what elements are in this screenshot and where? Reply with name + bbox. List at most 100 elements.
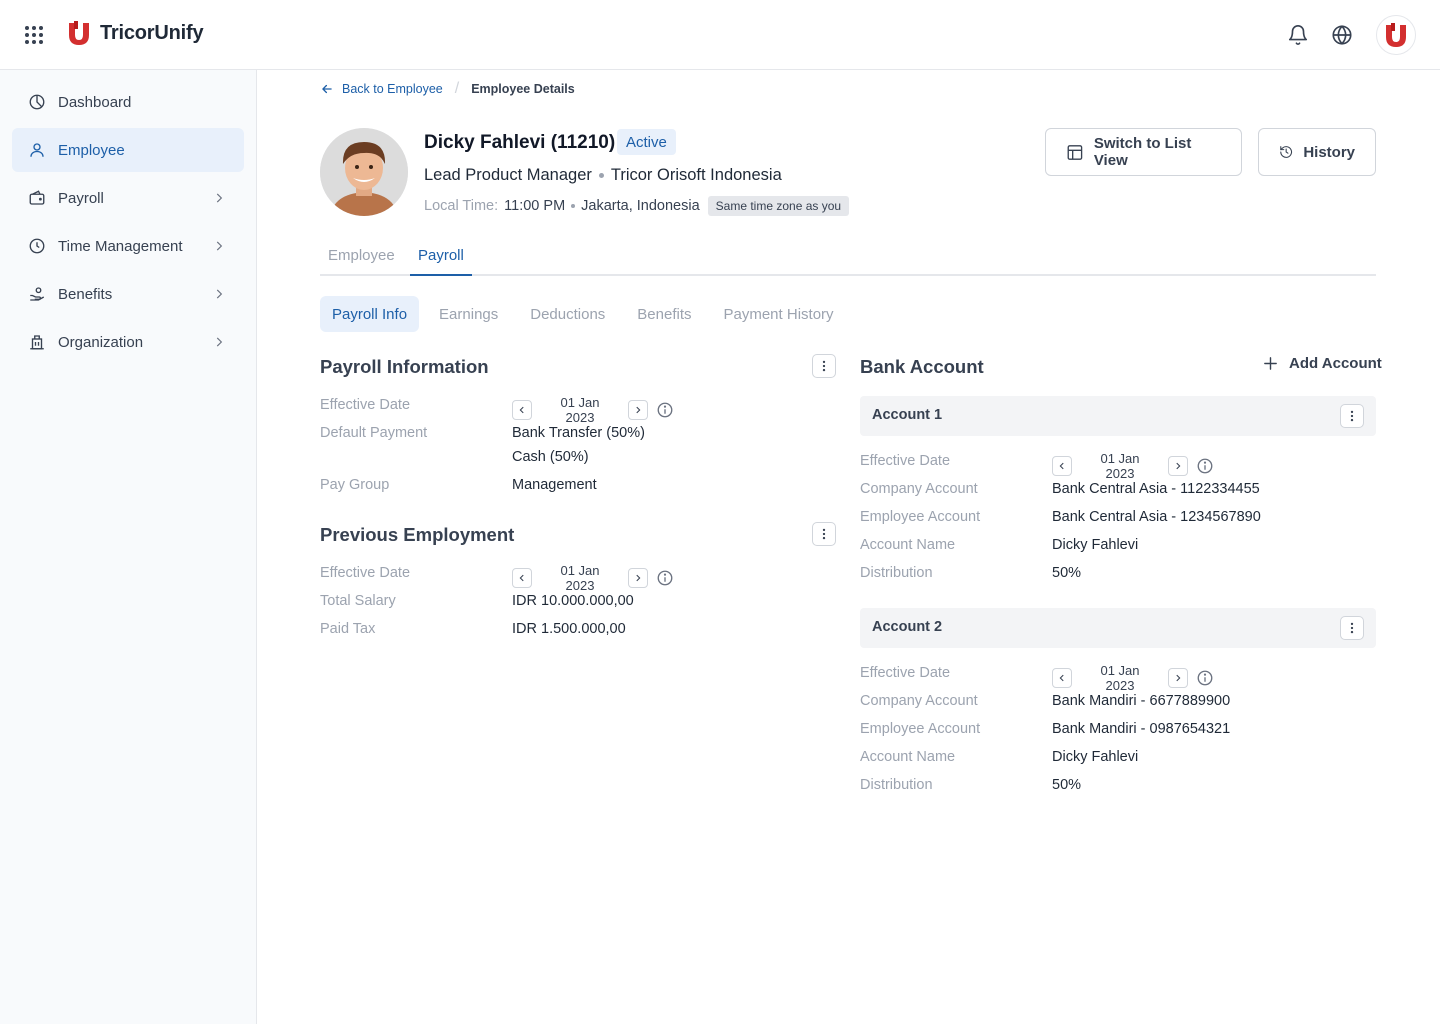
- benefits-icon: [28, 285, 46, 303]
- payroll-info-date-picker: 01 Jan 2023: [512, 395, 674, 425]
- effective-date-label: Effective Date: [860, 453, 951, 469]
- info-icon[interactable]: [656, 401, 674, 419]
- subtab-earnings[interactable]: Earnings: [427, 296, 510, 332]
- effective-date-value: 01 Jan 2023: [1100, 663, 1140, 693]
- history-button[interactable]: History: [1258, 128, 1376, 176]
- employee-role-line: Lead Product Manager Tricor Orisoft Indo…: [424, 166, 782, 185]
- sidebar-item-label: Payroll: [58, 189, 104, 207]
- breadcrumb: Back to Employee / Employee Details: [320, 80, 575, 98]
- account-2-more-button[interactable]: [1340, 616, 1364, 640]
- app-logo[interactable]: TricorUnify: [66, 20, 204, 46]
- info-icon[interactable]: [656, 569, 674, 587]
- breadcrumb-current: Employee Details: [471, 82, 575, 96]
- sidebar-item-payroll[interactable]: Payroll: [12, 176, 244, 220]
- chevron-right-icon: [216, 337, 223, 347]
- tab-payroll[interactable]: Payroll: [410, 247, 472, 276]
- tab-employee[interactable]: Employee: [328, 247, 395, 274]
- local-time-label: Local Time:: [424, 198, 499, 214]
- plus-icon: [1264, 357, 1277, 370]
- notification-bell-icon[interactable]: [1287, 24, 1309, 46]
- account-1-more-button[interactable]: [1340, 404, 1364, 428]
- switch-to-list-view-button[interactable]: Switch to List View: [1045, 128, 1242, 176]
- previous-date-button[interactable]: [512, 400, 532, 420]
- breadcrumb-separator: /: [454, 80, 460, 97]
- user-avatar[interactable]: [1376, 15, 1416, 55]
- account-name-label: Account Name: [860, 749, 956, 765]
- pay-group-value: Management: [512, 477, 597, 493]
- sidebar-item-label: Employee: [58, 141, 125, 159]
- table-icon: [1067, 144, 1083, 160]
- info-icon[interactable]: [1196, 457, 1214, 475]
- effective-date-value: 01 Jan 2023: [560, 395, 600, 425]
- distribution-label: Distribution: [860, 565, 933, 581]
- default-payment-label: Default Payment: [320, 425, 428, 441]
- sidebar-item-label: Organization: [58, 333, 144, 351]
- more-vertical-icon: [822, 360, 826, 372]
- payroll-info-more-button[interactable]: [812, 354, 836, 378]
- dashboard-icon: [28, 93, 46, 111]
- chevron-right-icon: [1176, 462, 1181, 470]
- next-date-button[interactable]: [628, 568, 648, 588]
- switch-view-label: Switch to List View: [1093, 135, 1192, 169]
- wallet-icon: [28, 189, 46, 207]
- next-date-button[interactable]: [1168, 456, 1188, 476]
- account-name-value: Dicky Fahlevi: [1052, 749, 1139, 765]
- chevron-left-icon: [1059, 674, 1064, 682]
- subtab-benefits[interactable]: Benefits: [625, 296, 703, 332]
- previous-date-button[interactable]: [512, 568, 532, 588]
- chevron-right-icon: [216, 241, 223, 251]
- subtab-payroll-info[interactable]: Payroll Info: [320, 296, 420, 332]
- bank-account-title: Bank Account: [860, 356, 984, 377]
- top-bar: TricorUnify: [0, 0, 1440, 70]
- effective-date-label: Effective Date: [320, 397, 411, 413]
- sidebar-item-time-management[interactable]: Time Management: [12, 224, 244, 268]
- employee-local-time: Local Time: 11:00 PM Jakarta, Indonesia …: [424, 196, 850, 216]
- previous-date-button[interactable]: [1052, 456, 1072, 476]
- app-launcher-icon[interactable]: [25, 26, 43, 44]
- more-vertical-icon: [1350, 410, 1354, 422]
- sidebar-item-employee[interactable]: Employee: [12, 128, 244, 172]
- effective-date-label: Effective Date: [860, 665, 951, 681]
- arrow-left-icon: [322, 84, 332, 94]
- back-to-employee-link[interactable]: Back to Employee: [320, 82, 443, 96]
- previous-employment-date-picker: 01 Jan 2023: [512, 563, 674, 593]
- employee-account-value: Bank Mandiri - 0987654321: [1052, 721, 1231, 737]
- distribution-value: 50%: [1052, 565, 1082, 581]
- subtab-deductions[interactable]: Deductions: [518, 296, 617, 332]
- back-link-label: Back to Employee: [342, 82, 443, 96]
- account-title: Account 1: [872, 407, 943, 423]
- sidebar-item-organization[interactable]: Organization: [12, 320, 244, 364]
- next-date-button[interactable]: [1168, 668, 1188, 688]
- employee-account-value: Bank Central Asia - 1234567890: [1052, 509, 1261, 525]
- subtab-payment-history[interactable]: Payment History: [712, 296, 846, 332]
- chevron-right-icon: [216, 193, 223, 203]
- local-time-value: 11:00 PM: [504, 198, 566, 214]
- chevron-left-icon: [519, 574, 524, 582]
- info-icon[interactable]: [1196, 669, 1214, 687]
- history-icon: [1280, 146, 1293, 158]
- total-salary-value: IDR 10.000.000,00: [512, 593, 634, 609]
- chevron-left-icon: [1059, 462, 1064, 470]
- main-tabs: Employee Payroll: [320, 240, 1376, 276]
- account-1-date-picker: 01 Jan 2023: [1052, 451, 1214, 481]
- chevron-right-icon: [1176, 674, 1181, 682]
- next-date-button[interactable]: [628, 400, 648, 420]
- previous-employment-more-button[interactable]: [812, 522, 836, 546]
- add-account-label: Add Account: [1289, 355, 1382, 372]
- account-title: Account 2: [872, 619, 943, 635]
- language-globe-icon[interactable]: [1331, 24, 1353, 46]
- company-account-value: Bank Central Asia - 1122334455: [1052, 481, 1260, 497]
- sidebar-item-dashboard[interactable]: Dashboard: [12, 80, 244, 124]
- sidebar-item-benefits[interactable]: Benefits: [12, 272, 244, 316]
- employee-company: Tricor Orisoft Indonesia: [610, 166, 782, 184]
- app-name: TricorUnify: [100, 21, 204, 44]
- employee-role: Lead Product Manager: [424, 166, 592, 184]
- previous-date-button[interactable]: [1052, 668, 1072, 688]
- effective-date-value: 01 Jan 2023: [1100, 451, 1140, 481]
- separator-dot: [598, 173, 604, 178]
- employee-account-label: Employee Account: [860, 509, 981, 525]
- main-content: Back to Employee / Employee Details Dick…: [257, 70, 1440, 1024]
- add-account-button[interactable]: Add Account: [1262, 355, 1382, 372]
- distribution-label: Distribution: [860, 777, 933, 793]
- chevron-right-icon: [216, 289, 223, 299]
